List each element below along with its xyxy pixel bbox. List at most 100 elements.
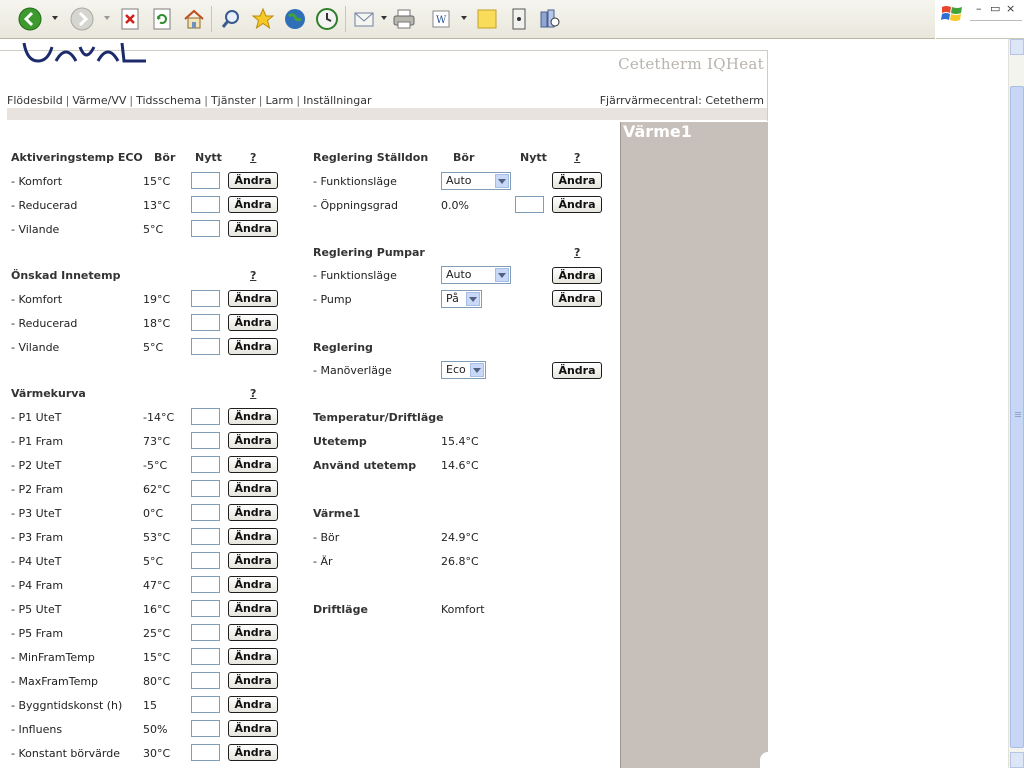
change-button[interactable]: Ändra <box>228 696 278 713</box>
new-value-input[interactable] <box>191 624 220 641</box>
new-value-input[interactable] <box>191 744 220 761</box>
change-button[interactable]: Ändra <box>228 220 278 237</box>
mail-dropdown-icon[interactable] <box>381 16 387 20</box>
back-dropdown-icon[interactable] <box>52 16 58 20</box>
new-value-input[interactable] <box>191 408 220 425</box>
new-value-input[interactable] <box>191 672 220 689</box>
mail-icon[interactable] <box>352 6 378 32</box>
scroll-up-button[interactable] <box>1010 39 1024 55</box>
new-value-input[interactable] <box>191 480 220 497</box>
help-link-varmekurva[interactable]: ? <box>250 387 256 400</box>
minimize-icon[interactable]: – <box>976 2 982 15</box>
chevron-down-icon[interactable] <box>466 292 480 306</box>
home-icon[interactable] <box>181 6 207 32</box>
change-button[interactable]: Ändra <box>228 196 278 213</box>
change-button[interactable]: Ändra <box>228 172 278 189</box>
change-button[interactable]: Ändra <box>228 552 278 569</box>
change-button[interactable]: Ändra <box>228 456 278 473</box>
new-value-input[interactable] <box>191 220 220 237</box>
new-value-input[interactable] <box>191 720 220 737</box>
change-button[interactable]: Ändra <box>228 648 278 665</box>
chevron-down-icon[interactable] <box>495 268 509 282</box>
nav-larm[interactable]: Larm <box>265 94 293 107</box>
row-label: - Öppningsgrad <box>313 199 399 212</box>
help-link-innetemp[interactable]: ? <box>250 269 256 282</box>
messenger-icon[interactable] <box>506 6 532 32</box>
new-value-input[interactable] <box>191 600 220 617</box>
discuss-icon[interactable] <box>474 6 500 32</box>
change-button[interactable]: Ändra <box>228 528 278 545</box>
new-value-input[interactable] <box>191 576 220 593</box>
change-button[interactable]: Ändra <box>228 432 278 449</box>
research-icon[interactable] <box>537 6 563 32</box>
back-icon[interactable] <box>17 6 43 32</box>
new-value-input[interactable] <box>191 196 220 213</box>
nav-flodesbild[interactable]: Flödesbild <box>7 94 63 107</box>
pumpar-funktion-select[interactable]: Auto <box>441 266 511 284</box>
help-link-pumpar[interactable]: ? <box>574 246 580 259</box>
close-icon[interactable]: × <box>1006 2 1015 15</box>
row-value: 25°C <box>143 627 171 640</box>
change-button[interactable]: Ändra <box>228 290 278 307</box>
change-button[interactable]: Ändra <box>228 744 278 761</box>
change-button[interactable]: Ändra <box>552 172 602 189</box>
history-icon[interactable] <box>314 6 340 32</box>
new-value-input[interactable] <box>191 338 220 355</box>
new-value-input[interactable] <box>191 696 220 713</box>
scroll-down-button[interactable] <box>1010 752 1024 768</box>
edit-icon[interactable]: W <box>428 6 454 32</box>
forward-icon[interactable] <box>69 6 95 32</box>
change-button[interactable]: Ändra <box>228 576 278 593</box>
nav-tidsschema[interactable]: Tidsschema <box>136 94 201 107</box>
new-value-input[interactable] <box>191 432 220 449</box>
favorites-icon[interactable] <box>250 6 276 32</box>
new-value-input[interactable] <box>515 196 544 213</box>
change-button[interactable]: Ändra <box>228 720 278 737</box>
change-button[interactable]: Ändra <box>228 480 278 497</box>
help-link-aktivering[interactable]: ? <box>250 151 256 164</box>
vertical-scrollbar[interactable] <box>1008 39 1024 768</box>
manover-select[interactable]: Eco <box>441 361 486 379</box>
change-button[interactable]: Ändra <box>552 362 602 379</box>
print-icon[interactable] <box>391 6 417 32</box>
chevron-down-icon[interactable] <box>470 363 484 377</box>
help-link-stalldon[interactable]: ? <box>574 151 580 164</box>
nav-tjanster[interactable]: Tjänster <box>211 94 256 107</box>
pump-select[interactable]: På <box>441 290 482 308</box>
change-button[interactable]: Ändra <box>228 338 278 355</box>
driftlage-label: Driftläge <box>313 603 368 616</box>
row-label: - P4 UteT <box>11 555 62 568</box>
search-icon[interactable] <box>218 6 244 32</box>
change-button[interactable]: Ändra <box>228 600 278 617</box>
restore-icon[interactable]: ▭ <box>990 2 1000 15</box>
new-value-input[interactable] <box>191 172 220 189</box>
stop-icon[interactable] <box>117 6 143 32</box>
windows-corner: – ▭ × <box>936 0 1024 39</box>
change-button[interactable]: Ändra <box>228 624 278 641</box>
chevron-down-icon[interactable] <box>495 174 509 188</box>
change-button[interactable]: Ändra <box>228 504 278 521</box>
edit-dropdown-icon[interactable] <box>461 16 467 20</box>
new-value-input[interactable] <box>191 552 220 569</box>
nav-varme-vv[interactable]: Värme/VV <box>72 94 126 107</box>
new-value-input[interactable] <box>191 314 220 331</box>
new-value-input[interactable] <box>191 456 220 473</box>
change-button[interactable]: Ändra <box>552 290 602 307</box>
change-button[interactable]: Ändra <box>228 408 278 425</box>
stalldon-funktion-select[interactable]: Auto <box>441 172 511 190</box>
change-button[interactable]: Ändra <box>228 672 278 689</box>
change-button[interactable]: Ändra <box>552 267 602 284</box>
nav-installningar[interactable]: Inställningar <box>303 94 371 107</box>
row-label: - Komfort <box>11 175 63 188</box>
new-value-input[interactable] <box>191 504 220 521</box>
new-value-input[interactable] <box>191 290 220 307</box>
section-title-reglering: Reglering <box>313 341 373 354</box>
new-value-input[interactable] <box>191 528 220 545</box>
change-button[interactable]: Ändra <box>552 196 602 213</box>
media-icon[interactable] <box>282 6 308 32</box>
change-button[interactable]: Ändra <box>228 314 278 331</box>
refresh-icon[interactable] <box>149 6 175 32</box>
row-value: 80°C <box>143 675 171 688</box>
scroll-thumb[interactable] <box>1010 86 1024 748</box>
new-value-input[interactable] <box>191 648 220 665</box>
